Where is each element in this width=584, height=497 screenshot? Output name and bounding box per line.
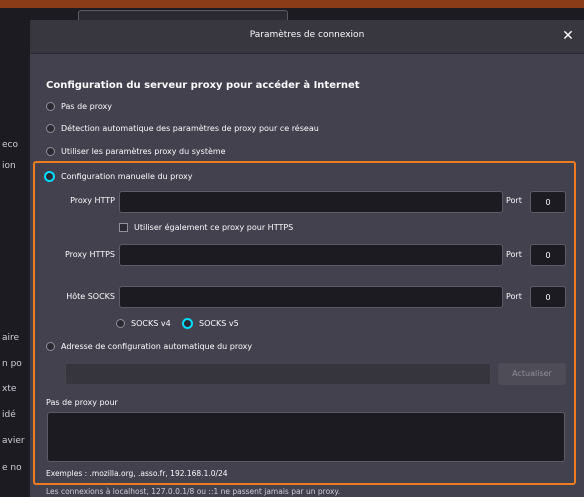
socks-host-label: Hôte SOCKS — [66, 292, 115, 301]
radio-socks-v4[interactable]: SOCKS v4 — [116, 319, 171, 328]
radio-button[interactable] — [46, 147, 55, 156]
radio-socks-v5[interactable]: SOCKS v5 — [182, 318, 239, 329]
http-proxy-input[interactable] — [119, 191, 503, 213]
radio-button[interactable] — [116, 319, 125, 328]
proxy-section-title: Configuration du serveur proxy pour accé… — [46, 80, 360, 91]
no-proxy-label: Pas de proxy pour — [46, 398, 118, 407]
window-top-strip — [0, 0, 584, 8]
radio-label: Détection automatique des paramètres de … — [61, 124, 319, 133]
radio-label: Pas de proxy — [61, 102, 112, 111]
radio-button[interactable] — [46, 102, 55, 111]
background-text-fragment: aire — [2, 333, 20, 343]
http-port-label: Port — [506, 196, 522, 205]
radio-no-proxy[interactable]: Pas de proxy — [46, 102, 112, 111]
socks-host-input[interactable] — [119, 286, 503, 308]
localhost-note: Les connexions à localhost, 127.0.0.1/8 … — [46, 487, 341, 496]
radio-auto-detect[interactable]: Détection automatique des paramètres de … — [46, 124, 319, 133]
background-text-fragment: eco — [2, 140, 18, 150]
checkbox-label: Utiliser également ce proxy pour HTTPS — [134, 223, 294, 232]
connection-settings-dialog: Paramètres de connexion ✕ Configuration … — [30, 20, 584, 497]
radio-button-selected[interactable] — [44, 171, 55, 182]
socks-port-input[interactable] — [530, 286, 566, 308]
radio-button[interactable] — [46, 124, 55, 133]
radio-label: Adresse de configuration automatique du … — [61, 342, 253, 351]
no-proxy-examples: Exemples : .mozilla.org, .asso.fr, 192.1… — [46, 469, 228, 478]
dialog-title: Paramètres de connexion — [249, 30, 365, 40]
background-text-fragment: n po — [2, 359, 22, 369]
background-text-fragment: ion — [2, 161, 16, 171]
update-button[interactable]: Actualiser — [498, 363, 566, 385]
background-text-fragment: xte — [2, 384, 17, 394]
https-proxy-input[interactable] — [119, 244, 503, 266]
https-port-input[interactable] — [530, 244, 566, 266]
radio-button-selected[interactable] — [182, 318, 193, 329]
checkbox[interactable] — [119, 223, 128, 232]
dialog-header: Paramètres de connexion ✕ — [30, 20, 584, 54]
radio-button[interactable] — [46, 342, 55, 351]
https-port-label: Port — [506, 250, 522, 259]
http-proxy-label: Proxy HTTP — [70, 196, 115, 205]
no-proxy-textarea[interactable] — [47, 412, 565, 462]
radio-manual-proxy[interactable]: Configuration manuelle du proxy — [44, 171, 192, 182]
https-proxy-label: Proxy HTTPS — [64, 250, 115, 259]
background-page-left — [0, 8, 30, 497]
auto-config-url-input[interactable] — [65, 363, 491, 385]
radio-system-proxy[interactable]: Utiliser les paramètres proxy du système — [46, 147, 226, 156]
background-text-fragment: avier — [2, 436, 25, 446]
close-icon[interactable]: ✕ — [560, 27, 576, 45]
background-text-fragment: e no — [2, 463, 22, 473]
radio-auto-config-url[interactable]: Adresse de configuration automatique du … — [46, 342, 252, 351]
radio-label: SOCKS v4 — [131, 319, 171, 328]
background-text-fragment: idé — [2, 410, 16, 420]
socks-port-label: Port — [506, 292, 522, 301]
radio-label: SOCKS v5 — [199, 319, 239, 328]
radio-label: Utiliser les paramètres proxy du système — [61, 147, 226, 156]
http-port-input[interactable] — [530, 191, 566, 213]
radio-label: Configuration manuelle du proxy — [61, 172, 193, 181]
use-for-https-checkbox-row[interactable]: Utiliser également ce proxy pour HTTPS — [119, 223, 293, 232]
